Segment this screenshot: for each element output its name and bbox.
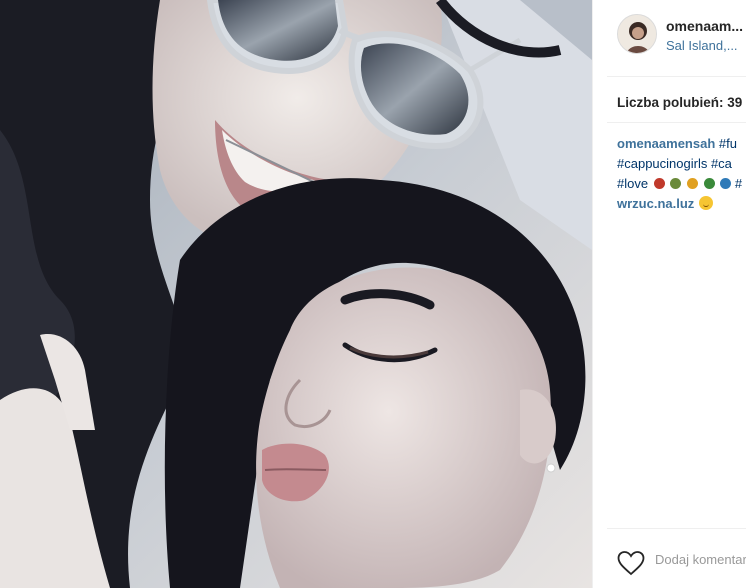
likes-count[interactable]: Liczba polubień: 39 xyxy=(617,95,742,110)
palm-tree-emoji-icon xyxy=(670,178,682,189)
photo-illustration xyxy=(0,0,592,588)
post-photo[interactable] xyxy=(0,0,592,588)
caption-line-2[interactable]: #cappucinogirls #ca xyxy=(617,154,746,174)
comment: wrzuc.na.luz xyxy=(617,194,714,214)
caption-line-3: #love # xyxy=(617,174,746,194)
caption: omenaamensah #fu #cappucinogirls #ca #lo… xyxy=(617,134,746,194)
post-username[interactable]: omenaam... xyxy=(666,18,743,34)
add-comment-input[interactable] xyxy=(655,552,746,567)
avatar-image xyxy=(618,15,656,53)
add-comment-bar xyxy=(617,546,746,578)
globe-emoji-icon xyxy=(720,178,732,189)
heart-emoji-icon xyxy=(653,178,665,189)
avatar[interactable] xyxy=(617,14,657,54)
caption-hashtags[interactable]: #fu xyxy=(719,136,737,151)
sunflower-emoji-icon xyxy=(686,178,698,189)
post-sidebar: omenaam... Sal Island,... Liczba polubie… xyxy=(592,0,746,588)
hashtag-love[interactable]: #love xyxy=(617,176,648,191)
divider xyxy=(607,528,746,529)
divider xyxy=(607,122,746,123)
post-header: omenaam... Sal Island,... xyxy=(617,14,746,58)
comment-username[interactable]: wrzuc.na.luz xyxy=(617,196,694,211)
caption-username[interactable]: omenaamensah xyxy=(617,136,715,151)
smiley-emoji-icon xyxy=(699,196,714,210)
post-location[interactable]: Sal Island,... xyxy=(666,38,738,53)
heart-outline-icon[interactable] xyxy=(617,550,645,576)
hashtag-more[interactable]: # xyxy=(735,176,742,191)
tree-emoji-icon xyxy=(703,178,715,189)
caption-line-1: omenaamensah #fu xyxy=(617,134,746,154)
divider xyxy=(607,76,746,77)
